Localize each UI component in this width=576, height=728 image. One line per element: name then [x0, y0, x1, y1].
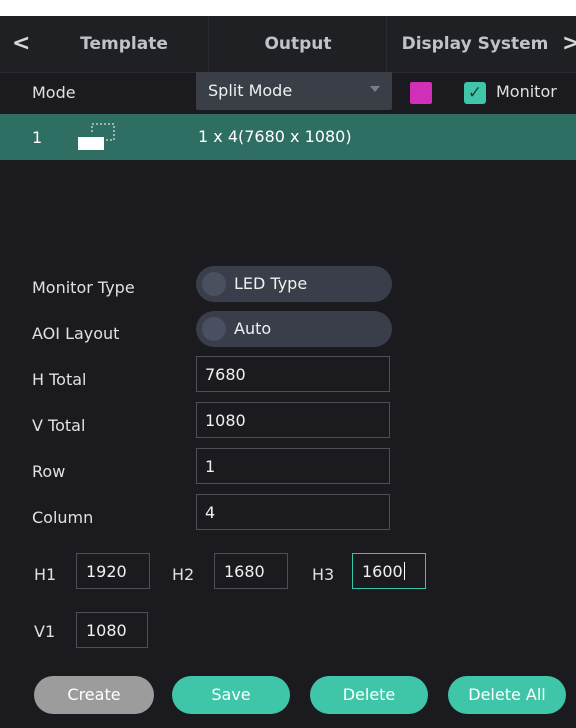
aoi-layout-value: Auto — [234, 319, 272, 338]
h2-label: H2 — [172, 565, 195, 584]
split-layout-icon — [78, 123, 115, 150]
mode-label: Mode — [32, 83, 76, 102]
tab-template[interactable]: Template — [44, 16, 204, 72]
color-swatch[interactable] — [410, 82, 432, 104]
column-value: 4 — [205, 503, 216, 522]
monitor-type-label: Monitor Type — [32, 278, 135, 297]
row-index: 1 — [32, 128, 43, 147]
aoi-layout-toggle[interactable]: Auto — [196, 311, 392, 347]
aoi-layout-label: AOI Layout — [32, 324, 120, 343]
h3-input[interactable]: 1600 — [352, 553, 426, 589]
h-total-input[interactable]: 7680 — [196, 356, 390, 392]
row-input[interactable]: 1 — [196, 448, 390, 484]
chevron-right-icon[interactable]: > — [562, 16, 576, 72]
v1-value: 1080 — [86, 621, 127, 640]
row-value: 1 — [205, 457, 216, 476]
h2-value: 1680 — [224, 562, 265, 581]
h1-input[interactable]: 1920 — [76, 553, 150, 589]
tab-bar: < Template Output Display System > — [0, 16, 576, 73]
h3-label: H3 — [312, 565, 335, 584]
h1-label: H1 — [34, 565, 57, 584]
layout-list-empty-area — [0, 160, 576, 260]
v1-input[interactable]: 1080 — [76, 612, 148, 648]
mode-select[interactable]: Split Mode — [196, 72, 392, 110]
check-icon: ✓ — [467, 83, 483, 103]
tab-divider — [386, 16, 387, 72]
tab-display-system[interactable]: Display System — [388, 16, 562, 72]
h-total-label: H Total — [32, 370, 87, 389]
h1-value: 1920 — [86, 562, 127, 581]
delete-all-button[interactable]: Delete All — [448, 676, 566, 714]
chevron-down-icon — [370, 86, 380, 92]
create-button[interactable]: Create — [34, 676, 154, 714]
monitor-type-toggle[interactable]: LED Type — [196, 266, 392, 302]
h-total-value: 7680 — [205, 365, 246, 384]
v-total-label: V Total — [32, 416, 86, 435]
v-total-input[interactable]: 1080 — [196, 402, 390, 438]
monitor-checkbox[interactable]: ✓ — [464, 82, 486, 104]
h3-value-wrapper: 1600 — [362, 562, 405, 581]
mode-select-value: Split Mode — [208, 81, 293, 100]
tab-divider — [208, 16, 209, 72]
column-label: Column — [32, 508, 94, 527]
row-description: 1 x 4(7680 x 1080) — [198, 127, 352, 146]
tab-output[interactable]: Output — [210, 16, 386, 72]
list-item[interactable]: 1 1 x 4(7680 x 1080) — [0, 114, 576, 160]
h3-value: 1600 — [362, 562, 403, 581]
save-button[interactable]: Save — [172, 676, 290, 714]
v1-label: V1 — [34, 622, 56, 641]
text-cursor — [403, 562, 405, 580]
chevron-left-icon[interactable]: < — [12, 16, 30, 72]
monitor-type-value: LED Type — [234, 274, 308, 293]
toggle-knob — [202, 272, 226, 296]
top-white-strip — [0, 0, 576, 16]
monitor-label: Monitor — [496, 82, 557, 101]
delete-button[interactable]: Delete — [310, 676, 428, 714]
v-total-value: 1080 — [205, 411, 246, 430]
h2-input[interactable]: 1680 — [214, 553, 288, 589]
toggle-knob — [202, 317, 226, 341]
column-input[interactable]: 4 — [196, 494, 390, 530]
row-label: Row — [32, 462, 66, 481]
